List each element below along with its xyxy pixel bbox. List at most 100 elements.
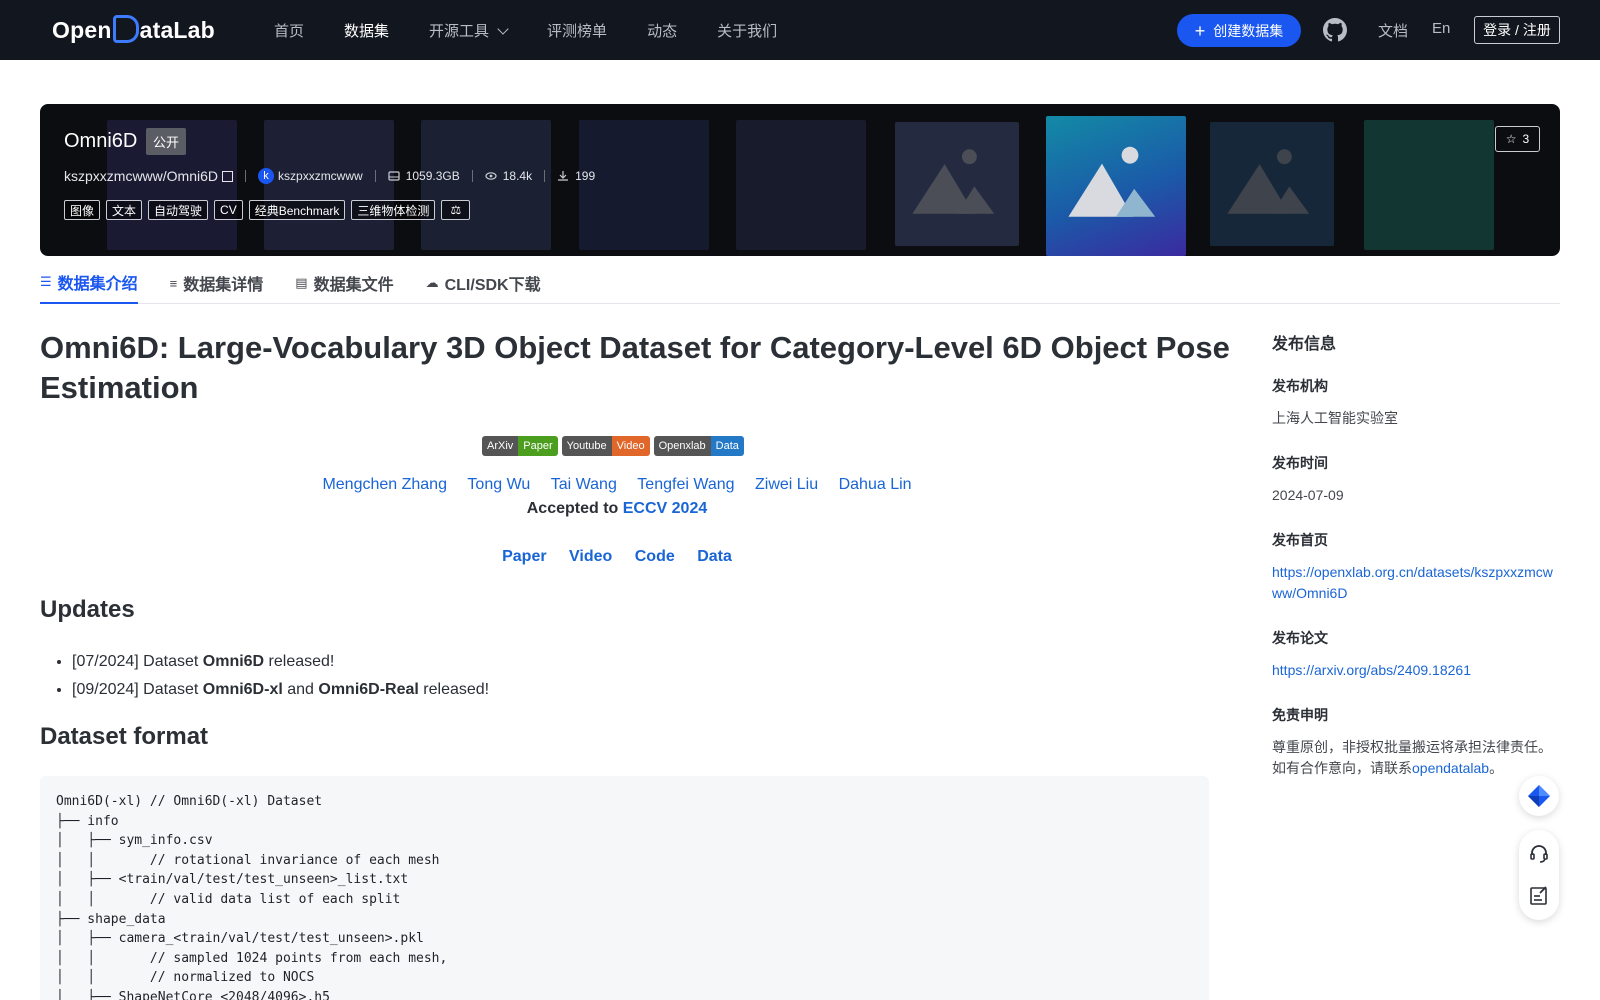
tag-classic-benchmark[interactable]: 经典Benchmark: [248, 200, 346, 220]
update-text: released!: [418, 681, 490, 698]
paper-label: 发布论文: [1272, 630, 1328, 646]
tab-files[interactable]: ▤ 数据集文件: [295, 262, 393, 304]
update-text: [09/2024] Dataset: [72, 681, 203, 698]
readme-title: Omni6D: Large-Vocabulary 3D Object Datas…: [40, 330, 1230, 405]
badge-left: ArXiv: [482, 436, 519, 456]
star-count: 3: [1522, 132, 1530, 146]
accepted-prefix: Accepted to: [526, 500, 623, 517]
release-info-sidebar: 发布信息 发布机构 上海人工智能实验室 发布时间 2024-07-09 发布首页…: [1272, 330, 1562, 803]
nav-docs[interactable]: 文档: [1378, 20, 1408, 41]
tag-autonomous-driving[interactable]: 自动驾驶: [148, 200, 209, 220]
login-register-button[interactable]: 登录 / 注册: [1474, 16, 1560, 44]
disclaimer-contact-text: 如有合作意向，请联系: [1272, 760, 1412, 776]
directory-tree: Omni6D(-xl) // Omni6D(-xl) Dataset ├── i…: [56, 794, 448, 1000]
view-count: 18.4k: [502, 169, 533, 183]
nav-open-tools[interactable]: 开源工具: [429, 20, 509, 41]
author-link[interactable]: Dahua Lin: [839, 476, 912, 493]
openxlab-data-badge[interactable]: Openxlab Data: [653, 436, 744, 456]
update-text: [07/2024] Dataset: [72, 653, 203, 670]
paper-url-link[interactable]: https://arxiv.org/abs/2409.18261: [1272, 660, 1562, 681]
thumbnail-image: [736, 120, 866, 250]
disclaimer-end: 。: [1489, 760, 1504, 776]
homepage-link[interactable]: https://openxlab.org.cn/datasets/kszpxxz…: [1272, 562, 1562, 604]
badge-left: Youtube: [561, 436, 612, 456]
disclaimer-line: 如有合作意向，请联系opendatalab。: [1272, 758, 1562, 779]
video-link[interactable]: Video: [569, 548, 612, 565]
star-button[interactable]: ☆ 3: [1495, 126, 1540, 152]
create-dataset-label: 创建数据集: [1213, 22, 1284, 39]
nav-leaderboard[interactable]: 评测榜单: [547, 20, 607, 41]
list-item: [09/2024] Dataset Omni6D-xl and Omni6D-R…: [72, 676, 489, 704]
disclaimer-label: 免责申明: [1272, 707, 1328, 723]
disclaimer-text: 尊重原创，非授权批量搬运将承担法律责任。 如有合作意向，请联系opendatal…: [1272, 737, 1562, 779]
database-icon: ☰: [40, 274, 52, 289]
opendatalab-logo[interactable]: Open ataLab: [52, 14, 215, 46]
thumbnail-image: [1364, 120, 1494, 250]
language-switch[interactable]: En: [1432, 20, 1450, 37]
visibility-badge: 公开: [146, 128, 186, 155]
arxiv-paper-badge[interactable]: ArXiv Paper: [482, 436, 558, 456]
assistant-button[interactable]: [1519, 776, 1559, 816]
nav-news[interactable]: 动态: [647, 20, 677, 41]
contact-link[interactable]: opendatalab: [1412, 760, 1489, 776]
dataset-format-heading: Dataset format: [40, 723, 209, 750]
github-icon[interactable]: [1323, 18, 1347, 42]
tag-text[interactable]: 文本: [106, 200, 143, 220]
org-value: 上海人工智能实验室: [1272, 410, 1398, 426]
dataset-meta: kszpxxzmcwww/Omni6D k kszpxxzmcwww 1059.…: [64, 166, 595, 186]
data-link[interactable]: Data: [697, 548, 732, 565]
update-dataset-name: Omni6D: [202, 653, 265, 670]
tag-cv[interactable]: CV: [214, 200, 243, 220]
author-link[interactable]: Tengfei Wang: [637, 476, 734, 493]
dataset-title: Omni6D: [64, 130, 138, 152]
thumbnail-image: [895, 122, 1019, 246]
paper-link[interactable]: Paper: [502, 548, 546, 565]
thumbnail-image: [579, 120, 709, 250]
file-icon: ▤: [295, 275, 308, 290]
image-placeholder-icon: [1068, 146, 1156, 217]
update-dataset-name: Omni6D-xl: [202, 681, 283, 698]
nav-home[interactable]: 首页: [274, 20, 304, 41]
author-link[interactable]: Ziwei Liu: [755, 476, 818, 493]
tab-cli-sdk[interactable]: ☁ CLI/SDK下载: [426, 262, 541, 304]
headset-icon[interactable]: [1527, 842, 1551, 866]
badge-left: Openxlab: [653, 436, 711, 456]
date-label: 发布时间: [1272, 455, 1328, 471]
plus-icon: +: [1194, 20, 1206, 41]
tab-label: CLI/SDK下载: [444, 277, 541, 294]
create-dataset-button[interactable]: + 创建数据集: [1177, 14, 1301, 47]
avatar[interactable]: k: [258, 168, 275, 184]
venue-link[interactable]: ECCV 2024: [623, 500, 708, 517]
tab-label: 数据集文件: [313, 277, 394, 294]
code-link[interactable]: Code: [635, 548, 675, 565]
dataset-tags: 图像 文本 自动驾驶 CV 经典Benchmark 三维物体检测 ⚖: [64, 200, 476, 220]
homepage-label: 发布首页: [1272, 532, 1328, 548]
author-link[interactable]: Mengchen Zhang: [322, 476, 447, 493]
image-placeholder-icon: [912, 149, 995, 214]
image-placeholder-icon: [1227, 149, 1310, 214]
tag-image[interactable]: 图像: [64, 200, 101, 220]
chevron-down-icon: [497, 22, 509, 35]
disclaimer-line: 尊重原创，非授权批量搬运将承担法律责任。: [1272, 739, 1552, 755]
author-link[interactable]: Tong Wu: [467, 476, 530, 493]
feedback-edit-icon[interactable]: [1527, 884, 1551, 908]
updates-heading: Updates: [40, 596, 135, 623]
scale-icon[interactable]: ⚖: [441, 200, 471, 220]
badge-right: Video: [611, 436, 650, 456]
youtube-video-badge[interactable]: Youtube Video: [561, 436, 650, 456]
tab-introduction[interactable]: ☰ 数据集介绍: [40, 262, 138, 304]
nav-datasets[interactable]: 数据集: [344, 20, 389, 41]
tag-3d-detection[interactable]: 三维物体检测: [351, 200, 436, 220]
resource-links: Paper Video Code Data: [0, 548, 1234, 566]
divider: [544, 170, 546, 182]
owner-name[interactable]: kszpxxzmcwww: [278, 169, 363, 183]
badge-right: Paper: [518, 436, 558, 456]
updates-list: [07/2024] Dataset Omni6D released! [09/2…: [72, 648, 489, 704]
update-dataset-name: Omni6D-Real: [318, 681, 419, 698]
copy-icon[interactable]: [222, 170, 234, 182]
tab-details[interactable]: ≡ 数据集详情: [170, 262, 264, 304]
release-info-heading: 发布信息: [1272, 336, 1337, 353]
org-label: 发布机构: [1272, 378, 1328, 394]
author-link[interactable]: Tai Wang: [551, 476, 617, 493]
nav-about[interactable]: 关于我们: [717, 20, 777, 41]
